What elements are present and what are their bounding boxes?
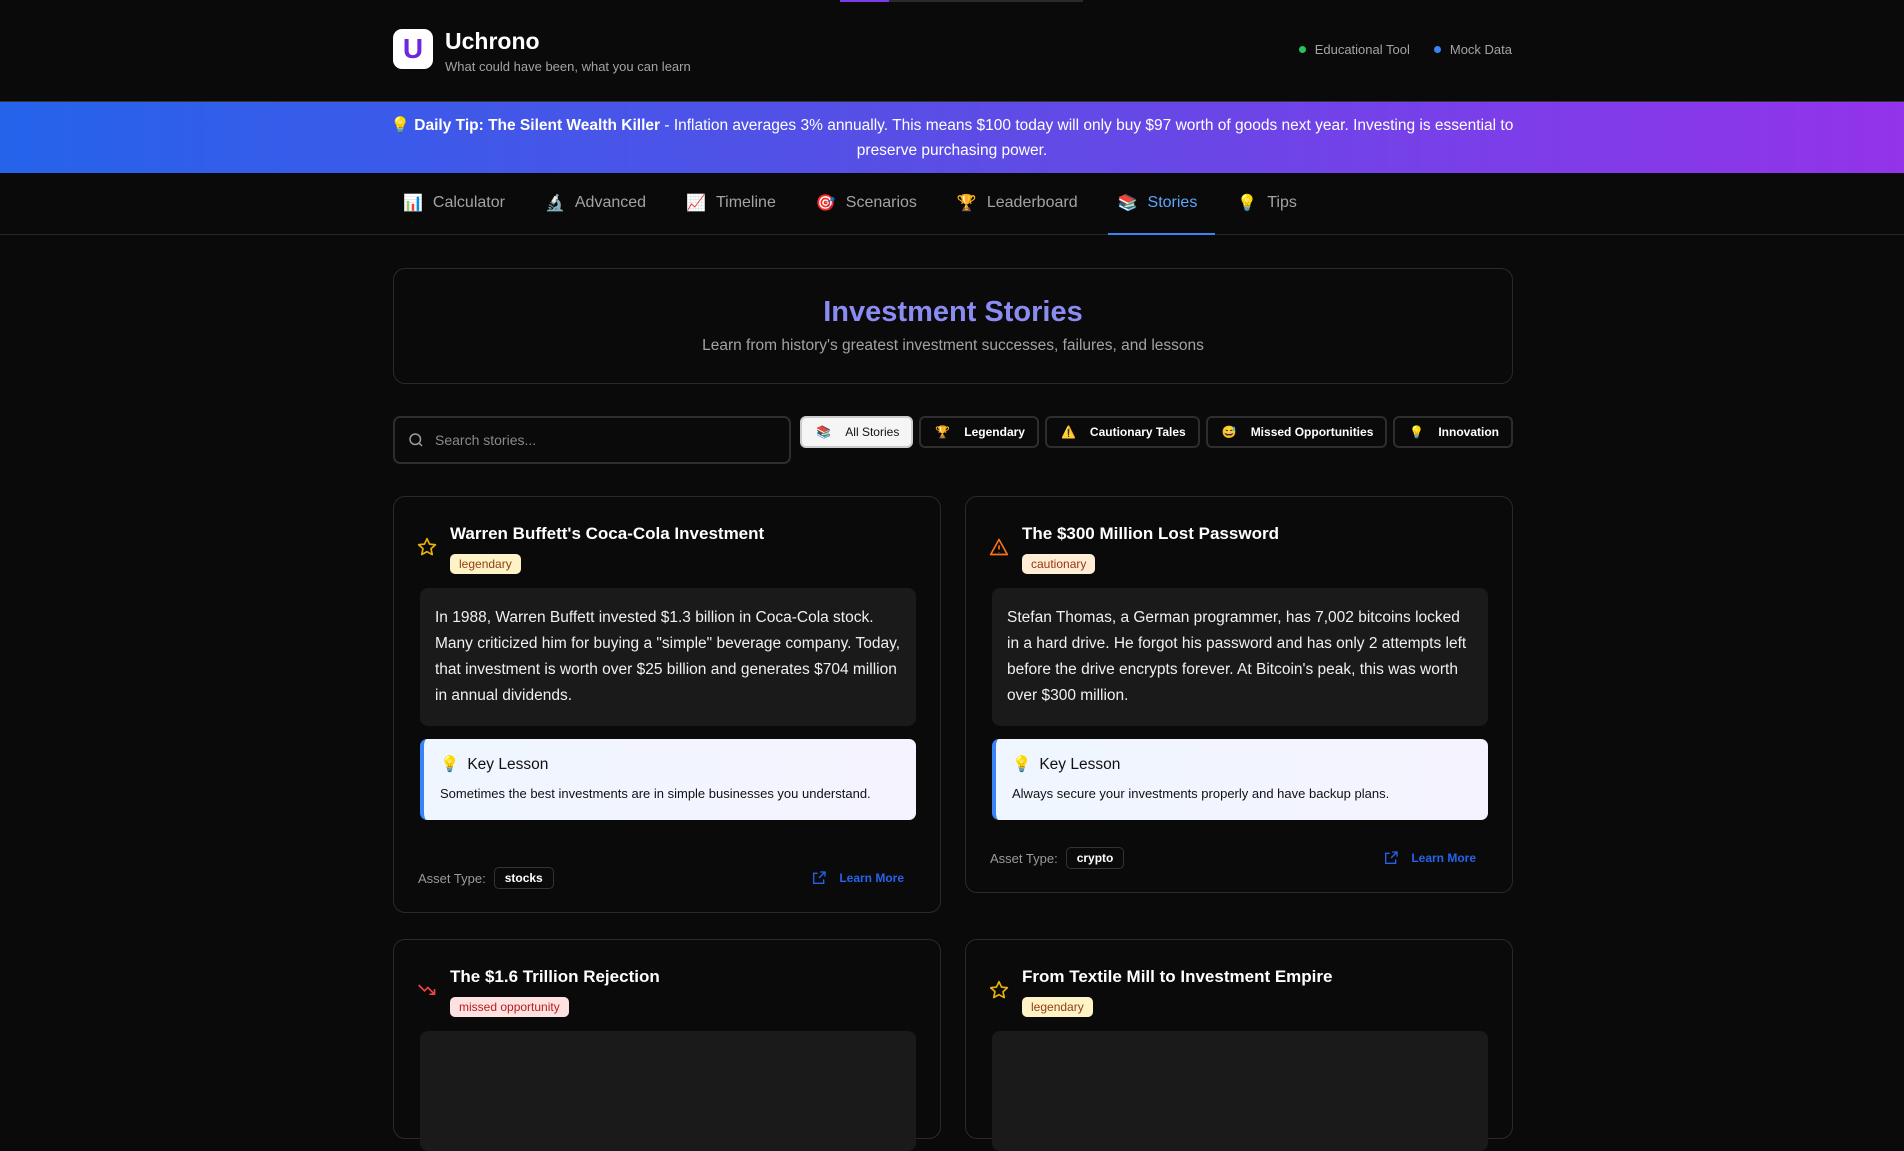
filter-label: Legendary [964,425,1025,439]
learn-more-link[interactable]: Learn More [1383,850,1476,866]
app-logo: U [393,29,433,69]
status-dot-icon [1433,46,1441,53]
filter-icon: 💡 [1409,425,1425,439]
star-icon [417,537,437,563]
asset-type-badge: stocks [493,867,554,889]
story-card: The $1.6 Trillion Rejection missed oppor… [393,939,941,1151]
tip-text: - Inflation averages 3% annually. This m… [660,116,1514,159]
story-title: From Textile Mill to Investment Empire [1022,967,1333,986]
app-title: Uchrono [445,28,540,54]
search-input[interactable] [435,432,755,448]
tab-label: Timeline [715,194,776,211]
learn-more-label: Learn More [1411,851,1476,865]
main-nav: 📊 Calculator 🔬 Advanced 📈 Timeline 🎯 Scenarios 🏆… [0,173,1904,235]
warning-icon [989,537,1009,563]
badge-mock-data: Mock Data [1433,42,1512,57]
tab-icon: 📊 [403,195,423,212]
external-link-icon [1385,851,1398,864]
filter-legendary[interactable]: 🏆 Legendary [919,416,1039,448]
status-dot-icon [1298,46,1306,53]
tab-label: Scenarios [845,194,917,211]
tab-label: Tips [1267,194,1297,211]
trending-down-icon [417,980,437,1006]
tab-label: Leaderboard [986,194,1078,211]
story-text [420,1031,916,1151]
external-link-icon [813,871,826,884]
search-box[interactable] [393,416,791,464]
tab-timeline[interactable]: 📈 Timeline [676,173,794,235]
lightbulb-icon: 💡 [440,756,460,773]
story-text [992,1031,1488,1151]
story-title: The $1.6 Trillion Rejection [450,967,660,986]
stories-hero: Investment Stories Learn from history's … [393,268,1513,384]
tab-icon: 🎯 [815,195,836,212]
tab-icon: 🏆 [956,195,977,212]
lightbulb-icon: 💡 [390,116,410,134]
filter-label: Missed Opportunities [1250,425,1374,439]
key-lesson-heading: Key Lesson [1039,755,1121,773]
daily-tip-banner: 💡 Daily Tip: The Silent Wealth Killer - … [0,101,1904,173]
filter-label: All Stories [845,425,900,439]
key-lesson: 💡 Key Lesson Sometimes the best investment… [420,739,916,820]
badge-educational: Educational Tool [1298,42,1410,57]
learn-more-label: Learn More [839,871,904,885]
story-text: In 1988, Warren Buffett invested $1.3 bi… [420,588,916,726]
page-title: Investment Stories [823,296,1083,328]
search-icon [409,433,423,447]
story-card: Warren Buffett's Coca-Cola Investment le… [393,496,941,913]
tab-label: Calculator [432,194,505,211]
page-subtitle: Learn from history's greatest investment… [702,337,1204,354]
filter-icon: 🏆 [935,425,951,439]
tab-label: Stories [1147,194,1198,211]
key-lesson: 💡 Key Lesson Always secure your investment… [992,739,1488,820]
tab-scenarios[interactable]: 🎯 Scenarios [806,173,935,235]
tab-leaderboard[interactable]: 🏆 Leaderboard [947,173,1096,235]
app-header: U Uchrono What could have been, what you… [0,0,1904,101]
tip-title: Daily Tip: The Silent Wealth Killer [414,116,661,134]
app-subtitle: What could have been, what you can learn [445,59,691,74]
story-text: Stefan Thomas, a German programmer, has … [992,588,1488,726]
tab-calculator[interactable]: 📊 Calculator [393,173,523,235]
filter-all-stories[interactable]: 📚 All Stories [800,416,914,448]
story-tag: legendary [450,554,521,574]
asset-type-badge: crypto [1065,847,1125,869]
story-tag: cautionary [1022,554,1096,574]
tab-advanced[interactable]: 🔬 Advanced [535,173,664,235]
story-card: The $300 Million Lost Password cautionar… [965,496,1513,893]
filter-icon: 😅 [1221,425,1237,439]
star-icon [989,980,1009,1006]
tab-tips[interactable]: 💡 Tips [1227,173,1315,235]
tab-icon: 💡 [1237,195,1258,212]
story-tag: missed opportunity [450,997,569,1017]
filter-cautionary-tales[interactable]: ⚠️ Cautionary Tales [1044,416,1200,448]
learn-more-link[interactable]: Learn More [811,870,904,886]
badge-label: Educational Tool [1314,42,1410,57]
story-title: The $300 Million Lost Password [1022,524,1279,543]
filter-label: Cautionary Tales [1089,425,1186,439]
key-lesson-text: Sometimes the best investments are in si… [440,786,871,801]
filter-icon: 📚 [816,425,832,439]
filter-missed-opportunities[interactable]: 😅 Missed Opportunities [1205,416,1388,448]
tab-label: Advanced [574,194,647,211]
story-tag: legendary [1022,997,1093,1017]
key-lesson-heading: Key Lesson [467,755,549,773]
lightbulb-icon: 💡 [1012,756,1032,773]
filter-innovation[interactable]: 💡 Innovation [1393,416,1513,448]
badge-label: Mock Data [1449,42,1512,57]
story-title: Warren Buffett's Coca-Cola Investment [450,524,765,543]
key-lesson-text: Always secure your investments properly … [1012,786,1390,801]
asset-type-label: Asset Type: [990,850,1058,866]
tab-icon: 🔬 [544,195,565,212]
tab-icon: 📚 [1117,195,1138,212]
tab-stories[interactable]: 📚 Stories [1107,173,1216,235]
filter-label: Innovation [1438,425,1499,439]
tab-icon: 📈 [686,195,706,212]
asset-type-label: Asset Type: [418,870,486,886]
story-card: From Textile Mill to Investment Empire l… [965,939,1513,1151]
filter-icon: ⚠️ [1060,425,1076,439]
